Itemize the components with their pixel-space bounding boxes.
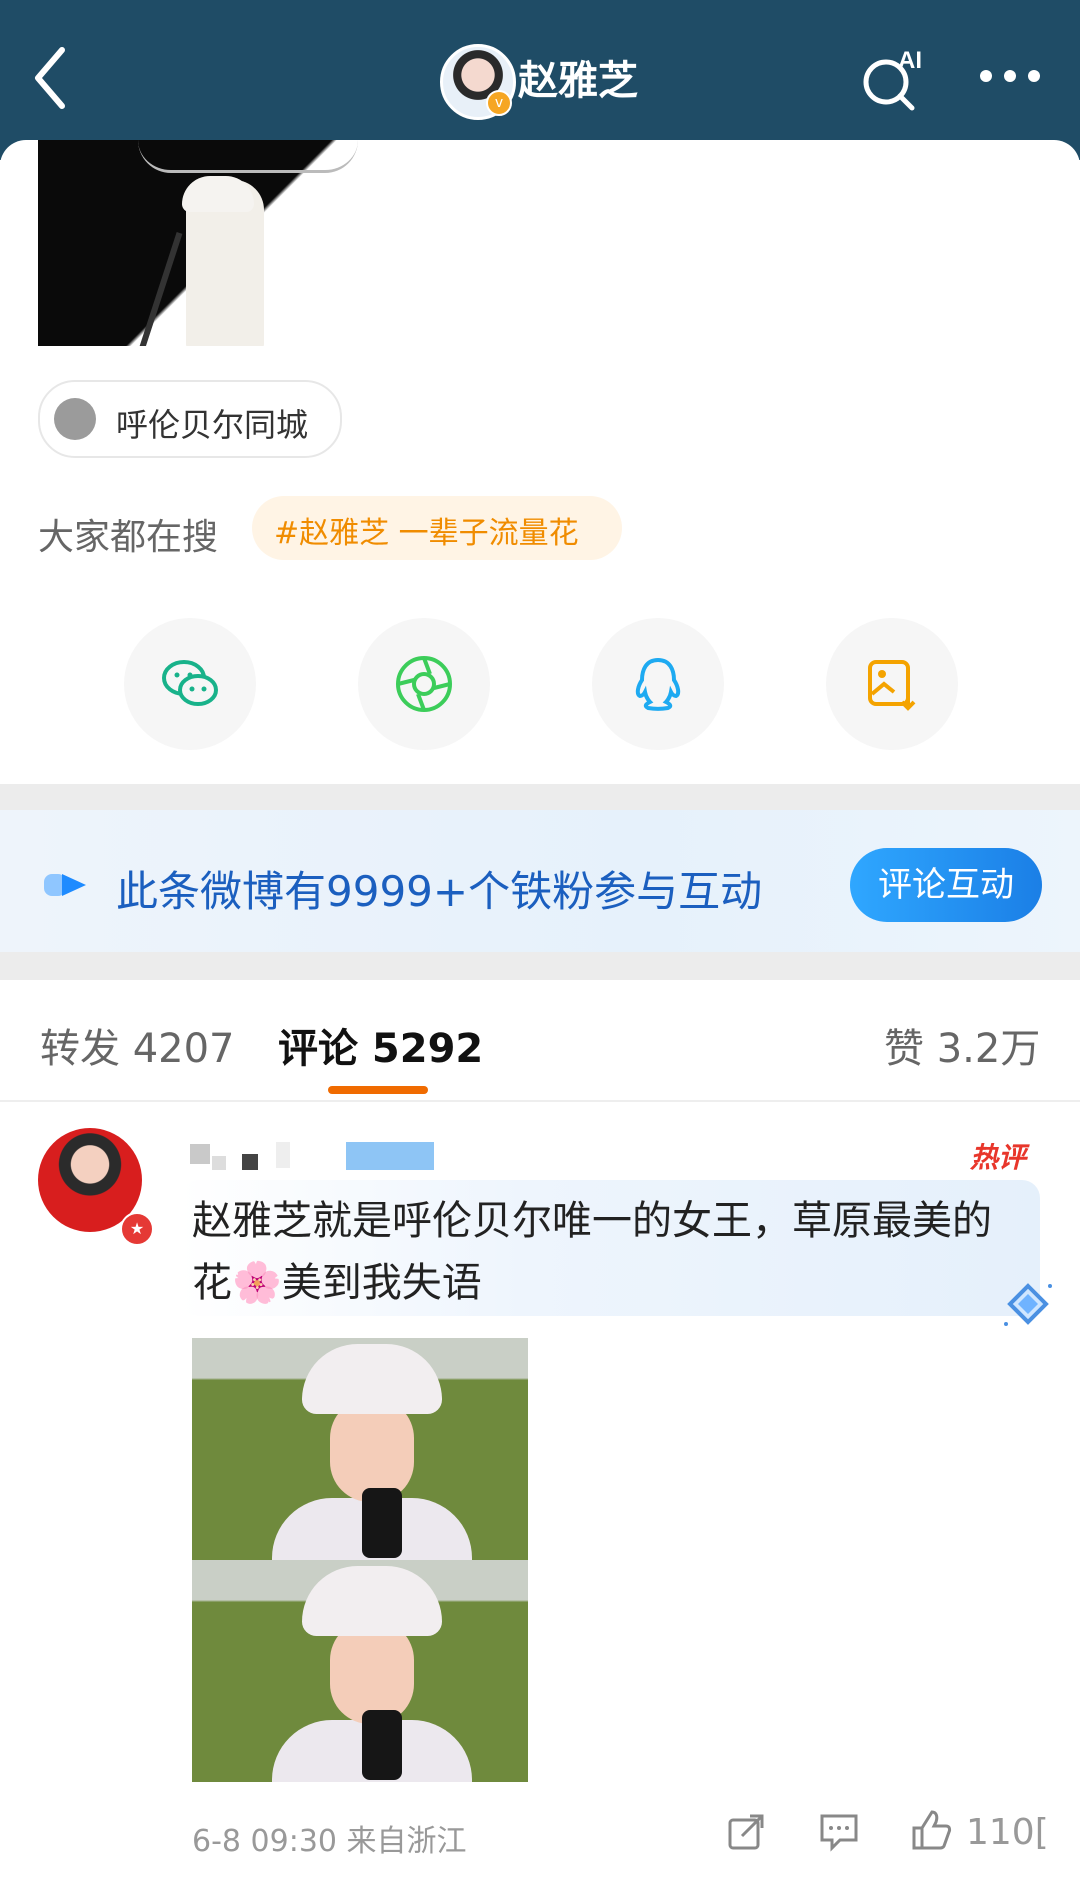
tab-comments[interactable]: 评论 5292 — [278, 1016, 483, 1074]
ai-label: AI — [898, 47, 922, 74]
like-count: 110[ — [966, 1812, 1049, 1853]
back-arrow-icon[interactable] — [30, 44, 70, 112]
section-divider — [0, 784, 1080, 810]
fan-interaction-text: 此条微博有9999+个铁粉参与互动 — [116, 867, 763, 916]
post-image[interactable] — [38, 140, 366, 346]
location-chip[interactable]: 呼伦贝尔同城 — [38, 380, 342, 458]
comment-image[interactable] — [192, 1338, 528, 1560]
trending-topic-text: #赵雅芝 一辈子流量花 — [274, 516, 579, 551]
building-icon — [54, 398, 96, 440]
comment-image[interactable] — [192, 1560, 528, 1782]
fan-badge-icon — [44, 874, 86, 896]
reply-icon[interactable] — [818, 1812, 860, 1852]
ai-search-icon[interactable]: AI — [858, 42, 930, 114]
save-image-button[interactable] — [826, 618, 958, 750]
trending-topic-chip[interactable]: #赵雅芝 一辈子流量花 — [252, 496, 622, 560]
tab-repost[interactable]: 转发 4207 — [40, 1016, 235, 1074]
qq-icon — [635, 657, 681, 711]
share-qq-button[interactable] — [592, 618, 724, 750]
location-label: 呼伦贝尔同城 — [116, 406, 309, 444]
share-wechat-button[interactable] — [124, 618, 256, 750]
wechat-icon — [162, 660, 218, 706]
diamond-badge-icon — [1004, 1283, 1052, 1326]
like-thumb-icon[interactable] — [910, 1808, 954, 1852]
share-moments-button[interactable] — [358, 618, 490, 750]
commenter-username-blurred[interactable] — [190, 1134, 434, 1174]
comment-timestamp-location: 6-8 09:30 来自浙江 — [192, 1824, 467, 1859]
comment-interact-button[interactable]: 评论互动 — [850, 848, 1042, 922]
trending-label: 大家都在搜 — [38, 517, 219, 558]
section-divider — [0, 952, 1080, 980]
comment-text: 赵雅芝就是呼伦贝尔唯一的女王，草原最美的花🌸美到我失语 — [192, 1198, 992, 1306]
hot-comment-tag: 热评 — [970, 1141, 1027, 1174]
save-image-icon — [868, 660, 916, 711]
moments-icon — [396, 656, 452, 712]
repost-icon[interactable] — [726, 1812, 766, 1852]
active-tab-indicator — [328, 1086, 428, 1094]
tab-likes[interactable]: 赞 3.2万 — [884, 1016, 1040, 1074]
profile-name[interactable]: 赵雅芝 — [518, 48, 638, 106]
verified-badge-icon: v — [486, 90, 512, 116]
tabs-divider — [0, 1100, 1080, 1102]
more-options-icon[interactable] — [978, 62, 1042, 90]
fan-star-badge-icon: ★ — [120, 1212, 154, 1246]
